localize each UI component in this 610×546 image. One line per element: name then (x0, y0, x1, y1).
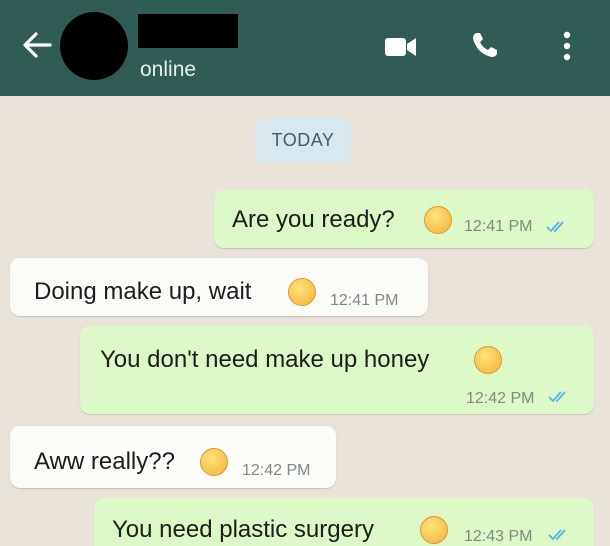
contact-status: online (140, 58, 197, 81)
phone-call-icon[interactable] (470, 30, 500, 60)
message-text: Are you ready? (232, 206, 395, 233)
message-bubble-incoming[interactable]: Doing make up, wait 12:41 PM (10, 258, 428, 316)
message-bubble-outgoing[interactable]: You need plastic surgery 12:43 PM (94, 498, 594, 546)
message-text: You need plastic surgery (112, 516, 374, 543)
upside-down-face-icon (420, 516, 448, 544)
neutral-face-icon (288, 278, 316, 306)
grinning-face-icon (474, 346, 502, 374)
read-ticks-icon (548, 529, 566, 541)
message-bubble-outgoing[interactable]: Are you ready? 12:41 PM (214, 190, 594, 248)
contact-name-redacted[interactable] (138, 14, 238, 48)
smiling-face-icon (200, 448, 228, 476)
confused-face-icon (424, 206, 452, 234)
back-arrow-icon[interactable] (20, 28, 54, 62)
message-text: Aww really?? (34, 448, 175, 475)
avatar[interactable] (60, 12, 128, 80)
message-time: 12:41 PM (330, 292, 399, 309)
chat-header: online (0, 0, 610, 96)
more-vert-icon[interactable] (561, 30, 573, 62)
message-bubble-outgoing[interactable]: You don't need make up honey 12:42 PM (80, 326, 594, 414)
message-bubble-incoming[interactable]: Aww really?? 12:42 PM (10, 426, 336, 488)
message-time: 12:42 PM (466, 390, 535, 407)
message-text: You don't need make up honey (100, 346, 430, 373)
date-chip: TODAY (255, 118, 351, 162)
message-time: 12:43 PM (464, 528, 533, 545)
message-time: 12:42 PM (242, 462, 311, 479)
message-time: 12:41 PM (464, 218, 533, 235)
read-ticks-icon (548, 391, 566, 403)
video-call-icon[interactable] (383, 35, 419, 59)
message-text: Doing make up, wait (34, 278, 252, 305)
read-ticks-icon (546, 221, 564, 233)
